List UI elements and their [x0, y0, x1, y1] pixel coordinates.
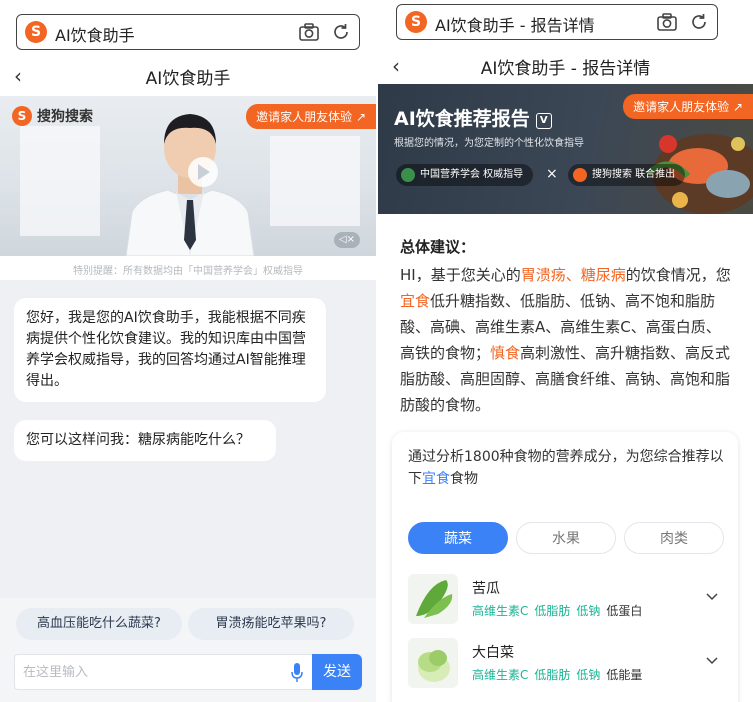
recommend-card: 通过分析1800种食物的营养成分，为您综合推荐以下宜食食物 蔬菜 水果 肉类 苦…: [392, 432, 738, 702]
advice-heading: 总体建议：: [400, 238, 476, 256]
assistant-message: 您可以这样问我：糖尿病能吃什么？: [14, 420, 276, 461]
bitter-melon-image: [408, 574, 458, 624]
reload-icon[interactable]: [331, 22, 351, 42]
tab-meat[interactable]: 肉类: [624, 522, 724, 554]
video-brand-label: 搜狗搜索: [37, 109, 93, 125]
food-illustration: [645, 134, 753, 214]
input-panel: 高血压能吃什么蔬菜? 胃溃疡能吃苹果吗? 发送: [0, 598, 376, 702]
message-input-wrapper: [14, 654, 314, 690]
message-input[interactable]: [15, 655, 275, 689]
report-screen: S AI饮食助手 - 报告详情 ‹ AI饮食助手 - 报告详情 AI饮食推荐报告…: [378, 0, 753, 702]
url-bar[interactable]: S AI饮食助手 - 报告详情: [396, 4, 718, 40]
doctor-avatar: [125, 114, 255, 256]
napa-cabbage-image: [408, 638, 458, 688]
avatar-video-player[interactable]: S 搜狗搜索 邀请家人朋友体验 ↗ ◁×: [0, 96, 376, 256]
suggestion-chip[interactable]: 胃溃疡能吃苹果吗?: [188, 608, 354, 640]
reload-icon[interactable]: [689, 12, 709, 32]
assistant-message: 您好，我是您的AI饮食助手，我能根据不同疾病提供个性化饮食建议。我的知识库由中国…: [14, 298, 326, 402]
tag-separator: ×: [546, 166, 558, 182]
suggestion-chip[interactable]: 高血压能吃什么蔬菜?: [16, 608, 182, 640]
sogou-logo-icon: S: [12, 106, 32, 126]
url-bar-title: AI饮食助手 - 报告详情: [435, 16, 595, 35]
send-button[interactable]: 发送: [312, 654, 362, 690]
url-bar-title: AI饮食助手: [55, 26, 135, 45]
sogou-logo-icon: S: [25, 21, 47, 43]
camera-icon[interactable]: [657, 13, 677, 31]
page-nav-bar: ‹ AI饮食助手 - 报告详情: [378, 48, 753, 82]
tab-vegetables[interactable]: 蔬菜: [408, 522, 508, 554]
food-item[interactable]: 大白菜 高维生素C 低脂肪 低钠 低能量: [408, 638, 728, 696]
chat-screen: S AI饮食助手 ‹ AI饮食助手 S 搜狗搜索 邀请家人朋友体验 ↗ ◁× 特…: [0, 0, 376, 702]
sogou-logo-icon: [573, 168, 587, 182]
recommend-intro: 通过分析1800种食物的营养成分，为您综合推荐以下宜食食物: [408, 449, 724, 487]
report-title: AI饮食推荐报告 V: [394, 104, 552, 131]
food-item[interactable]: 苦瓜 高维生素C 低脂肪 低钠 低蛋白: [408, 574, 728, 632]
report-subtitle: 根据您的情况，为您定制的个性化饮食指导: [394, 138, 584, 149]
chevron-down-icon[interactable]: [706, 590, 718, 602]
mute-icon[interactable]: ◁×: [334, 232, 360, 248]
chat-area: 您好，我是您的AI饮食助手，我能根据不同疾病提供个性化饮食建议。我的知识库由中国…: [0, 280, 376, 598]
invite-friends-button[interactable]: 邀请家人朋友体验 ↗: [623, 94, 753, 119]
data-source-notice: 特别提醒：所有数据均由「中国营养学会」权威指导: [73, 266, 303, 277]
partner-tag: 搜狗搜索 联合推出: [568, 164, 686, 186]
food-name: 苦瓜: [472, 581, 500, 597]
sogou-logo-icon: S: [405, 11, 427, 33]
mic-icon[interactable]: [291, 663, 303, 683]
page-title: AI饮食助手 - 报告详情: [480, 59, 651, 79]
url-bar[interactable]: S AI饮食助手: [16, 14, 360, 50]
page-nav-bar: ‹ AI饮食助手: [0, 58, 376, 92]
chevron-down-icon[interactable]: [706, 654, 718, 666]
tab-fruits[interactable]: 水果: [516, 522, 616, 554]
advice-paragraph: HI，基于您关心的胃溃疡、糖尿病的饮食情况，您宜食低升糖指数、低脂肪、低钠、高不…: [400, 266, 731, 414]
authority-tag: 中国营养学会 权威指导: [396, 164, 534, 186]
food-name: 大白菜: [472, 645, 514, 661]
page-title: AI饮食助手: [145, 69, 231, 89]
invite-friends-button[interactable]: 邀请家人朋友体验 ↗: [246, 104, 376, 129]
camera-icon[interactable]: [299, 23, 319, 41]
food-tags: 高维生素C 低脂肪 低钠 低蛋白: [472, 604, 643, 618]
report-banner: AI饮食推荐报告 V 根据您的情况，为您定制的个性化饮食指导 邀请家人朋友体验 ↗…: [378, 84, 753, 214]
video-brand: S 搜狗搜索: [12, 106, 93, 126]
nutrition-society-icon: [401, 168, 415, 182]
verified-badge-icon: V: [535, 113, 552, 129]
food-tags: 高维生素C 低脂肪 低钠 低能量: [472, 668, 643, 682]
